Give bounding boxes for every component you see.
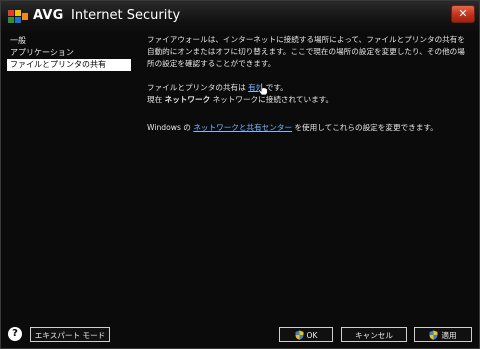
intro-text: ファイアウォールは、インターネットに接続する場所によって、ファイルとプリンタの共… xyxy=(147,35,465,68)
hand-cursor-icon xyxy=(258,82,268,96)
settings-window: AVG Internet Security ✕ 一般 アプリケーション ファイル… xyxy=(0,0,480,349)
expert-mode-label: エキスパート モード xyxy=(34,331,106,340)
content-panel: ファイアウォールは、インターネットに接続する場所によって、ファイルとプリンタの共… xyxy=(147,34,469,134)
avg-logo-icon xyxy=(8,10,28,23)
close-button[interactable]: ✕ xyxy=(451,5,475,23)
windows-suffix: を使用してこれらの設定を変更できます。 xyxy=(292,123,438,132)
connection-line: 現在 ネットワーク ネットワークに接続されています。 xyxy=(147,94,469,106)
apply-button[interactable]: 適用 xyxy=(414,327,472,342)
cancel-label: キャンセル xyxy=(355,331,393,340)
connection-prefix: 現在 xyxy=(147,95,165,104)
ok-button[interactable]: OK xyxy=(279,327,333,342)
ok-label: OK xyxy=(306,331,318,340)
windows-line: Windows の ネットワークと共有センター を使用してこれらの設定を変更でき… xyxy=(147,122,469,134)
nav-item-general[interactable]: 一般 xyxy=(7,35,131,47)
settings-nav: 一般 アプリケーション ファイルとプリンタの共有 xyxy=(7,35,131,71)
expert-mode-button[interactable]: エキスパート モード xyxy=(30,327,110,342)
sharing-status-line: ファイルとプリンタの共有は 有効 です。 xyxy=(147,82,469,94)
app-brand: AVG xyxy=(33,8,64,23)
cancel-button[interactable]: キャンセル xyxy=(341,327,407,342)
nav-item-applications[interactable]: アプリケーション xyxy=(7,47,131,59)
shield-icon xyxy=(295,330,304,340)
sharing-prefix: ファイルとプリンタの共有は xyxy=(147,83,249,92)
connection-network: ネットワーク xyxy=(164,95,211,104)
help-icon[interactable]: ? xyxy=(8,327,22,341)
windows-prefix: Windows の xyxy=(147,123,194,132)
network-sharing-center-link[interactable]: ネットワークと共有センター xyxy=(193,123,292,132)
shield-icon xyxy=(429,330,438,340)
app-title: Internet Security xyxy=(71,8,181,23)
connection-suffix: ネットワークに接続されています。 xyxy=(210,95,334,104)
title-bar: AVG Internet Security ✕ xyxy=(1,1,479,31)
apply-label: 適用 xyxy=(441,331,457,340)
nav-item-file-printer-sharing[interactable]: ファイルとプリンタの共有 xyxy=(7,59,131,71)
